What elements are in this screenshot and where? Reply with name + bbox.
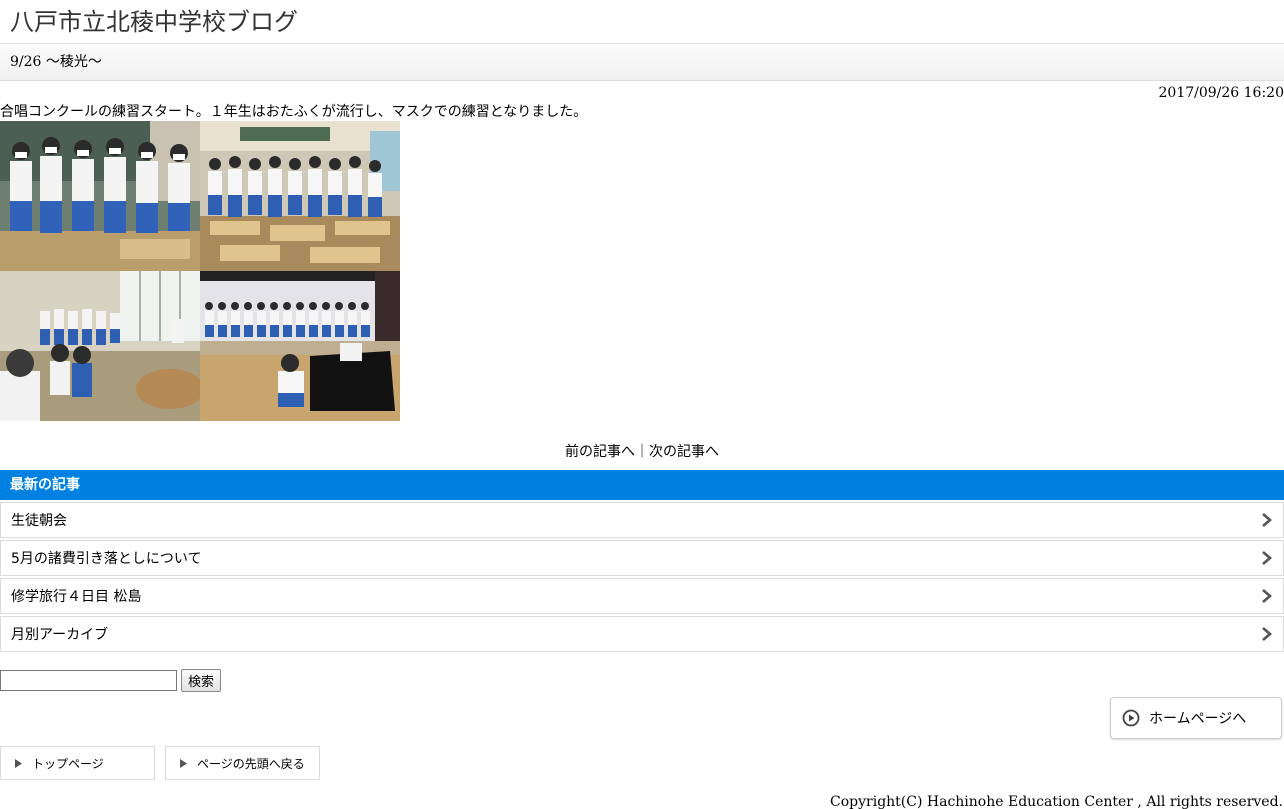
recent-item-may-fees[interactable]: 5月の諸費引き落としについて [0, 540, 1284, 576]
recent-entries-heading: 最新の記事 [0, 470, 1284, 500]
search-input[interactable] [0, 669, 177, 691]
recent-item-school-trip-day4[interactable]: 修学旅行４日目 松島 [0, 578, 1284, 614]
prev-entry-link[interactable]: 前の記事へ [565, 444, 635, 460]
entry-photo-practice-room[interactable] [0, 271, 200, 421]
homepage-button-label: ホームページへ [1149, 711, 1247, 727]
copyright-notice: Copyright(C) Hachinohe Education Center … [830, 794, 1283, 809]
recent-item-monthly-archive[interactable]: 月別アーカイブ [0, 616, 1284, 652]
next-entry-link[interactable]: 次の記事へ [649, 444, 719, 460]
chevron-right-icon [1262, 513, 1272, 527]
entry-photo-stage-piano[interactable] [200, 271, 400, 421]
entry-title: 9/26 ～稜光～ [10, 54, 102, 70]
entry-photo-grid [0, 121, 400, 421]
entry-photo-classroom-desks[interactable] [200, 121, 400, 271]
home-link-row: ホームページへ [0, 697, 1284, 743]
back-to-top-link[interactable]: ページの先頭へ戻る [165, 746, 320, 780]
entry-date: 2017/09/26 16:20 [1158, 85, 1284, 101]
chevron-right-icon [1262, 627, 1272, 641]
homepage-button[interactable]: ホームページへ [1110, 697, 1282, 739]
pager-separator: ｜ [635, 444, 649, 460]
entry-photo-classroom-choir[interactable] [0, 121, 200, 271]
triangle-right-icon [15, 758, 22, 768]
entry-body: 合唱コンクールの練習スタート。１年生はおたふくが流行し、マスクでの練習となりまし… [0, 104, 588, 120]
back-to-top-link-label: ページの先頭へ戻る [197, 756, 305, 771]
chevron-right-icon [1262, 589, 1272, 603]
search-button[interactable]: 検索 [181, 668, 222, 692]
entry-pager: 前の記事へ｜次の記事へ [0, 443, 1284, 461]
play-circle-icon [1122, 709, 1140, 727]
site-header: 八戸市立北稜中学校ブログ [0, 0, 1284, 44]
top-page-link-label: トップページ [32, 756, 104, 771]
search-form: 検索 [0, 668, 1284, 692]
footer-nav: トップページ ページの先頭へ戻る [0, 746, 1284, 780]
recent-entries-list: 生徒朝会 5月の諸費引き落としについて 修学旅行４日目 松島 月別アーカイブ [0, 502, 1284, 652]
recent-item-label: 5月の諸費引き落としについて [11, 551, 202, 567]
recent-item-label: 生徒朝会 [11, 513, 67, 529]
recent-item-label: 修学旅行４日目 松島 [11, 589, 142, 605]
recent-item-student-assembly[interactable]: 生徒朝会 [0, 502, 1284, 538]
entry-title-bar: 9/26 ～稜光～ [0, 44, 1284, 81]
triangle-right-icon [180, 758, 187, 768]
site-title-link[interactable]: 八戸市立北稜中学校ブログ [0, 0, 1284, 37]
chevron-right-icon [1262, 551, 1272, 565]
top-page-link[interactable]: トップページ [0, 746, 155, 780]
recent-item-label: 月別アーカイブ [11, 627, 109, 643]
